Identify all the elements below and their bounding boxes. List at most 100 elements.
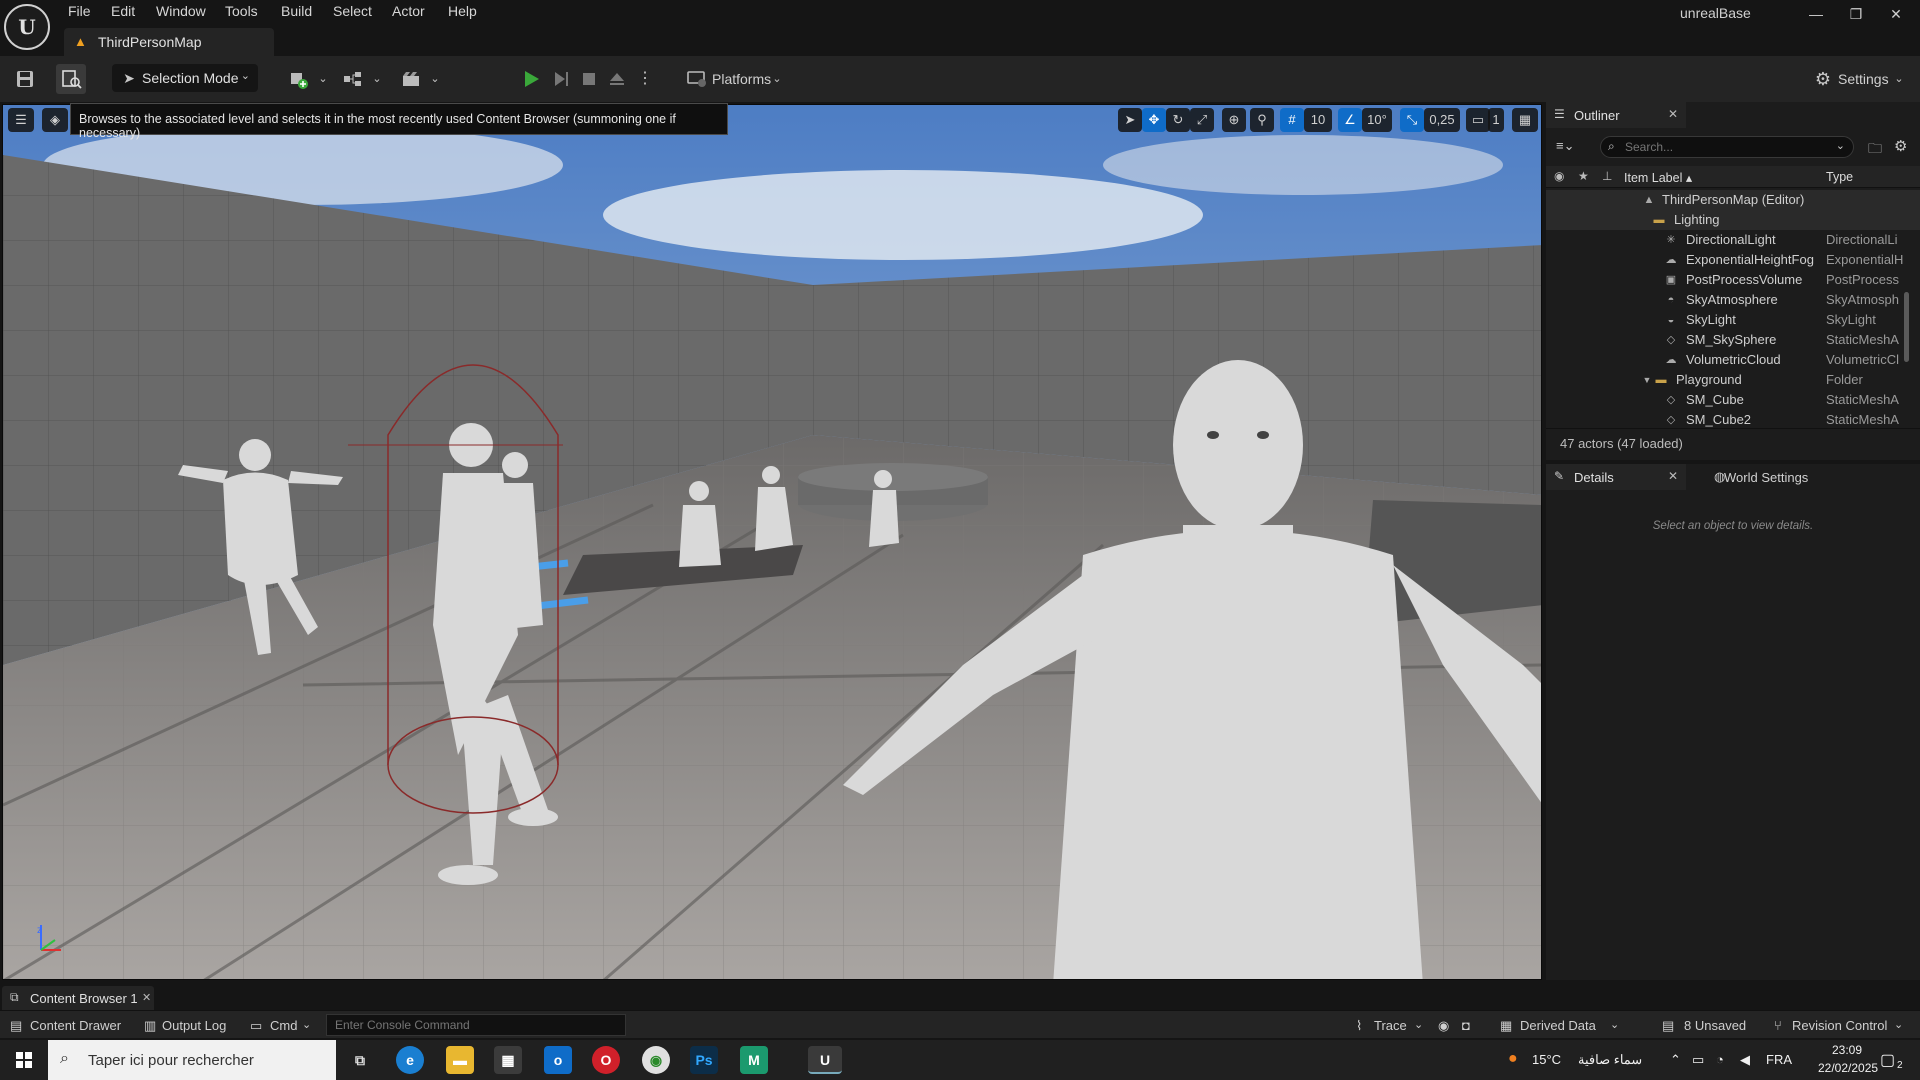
eject-icon[interactable] — [606, 68, 628, 90]
tree-row[interactable]: ▣ PostProcessVolume PostProcess — [1546, 270, 1920, 290]
restore-icon[interactable]: ❐ — [1836, 6, 1876, 28]
tree-row[interactable]: ◓ SkyAtmosphere SkyAtmosph — [1546, 290, 1920, 310]
tab-content-browser[interactable]: ⧉ Content Browser 1 ✕ — [2, 986, 154, 1010]
level-tab[interactable]: ▲ ThirdPersonMap — [64, 28, 274, 56]
column-type[interactable]: Type — [1826, 170, 1853, 184]
menu-actor[interactable]: Actor — [392, 3, 425, 23]
search-input[interactable] — [1625, 139, 1825, 155]
outliner-scrollbar[interactable] — [1904, 292, 1909, 362]
star-icon[interactable]: ★ — [1578, 169, 1589, 183]
console-input[interactable] — [326, 1014, 626, 1036]
world-space-icon[interactable]: ⊕ — [1222, 108, 1246, 132]
clock-time[interactable]: 23:09 — [1832, 1043, 1862, 1057]
platforms-icon[interactable] — [686, 68, 708, 90]
task-view-icon[interactable]: ⧉ — [346, 1046, 374, 1074]
file-explorer-icon[interactable]: ▬ — [446, 1046, 474, 1074]
chevron-down-icon[interactable]: ⌄ — [302, 1018, 311, 1031]
chevron-down-icon[interactable]: ⌄ — [1414, 1018, 1423, 1031]
battery-icon[interactable]: ▭ — [1692, 1052, 1704, 1068]
chevron-down-icon[interactable]: ⌄ — [366, 68, 388, 90]
viewport-menu-icon[interactable]: ☰ — [8, 108, 34, 132]
scale-snap-value[interactable]: 0,25 — [1424, 108, 1460, 132]
select-tool-icon[interactable]: ➤ — [1118, 108, 1142, 132]
network-icon[interactable]: ◔ — [1716, 1052, 1724, 1067]
tree-row[interactable]: ▲ ThirdPersonMap (Editor) — [1546, 190, 1920, 210]
opera-icon[interactable]: O — [592, 1046, 620, 1074]
rotation-snap-value[interactable]: 10° — [1362, 108, 1392, 132]
content-drawer-button[interactable]: Content Drawer — [30, 1018, 121, 1033]
perspective-icon[interactable]: ◈ — [42, 108, 68, 132]
stop-icon[interactable] — [578, 68, 600, 90]
step-forward-icon[interactable] — [550, 68, 572, 90]
settings-button[interactable]: Settings — [1838, 71, 1889, 87]
camera-speed-icon[interactable]: ▭ — [1466, 108, 1490, 132]
tree-row[interactable]: ◇ SM_Cube2 StaticMeshA — [1546, 410, 1920, 430]
grid-snap-icon[interactable]: # — [1280, 108, 1304, 132]
tab-outliner[interactable]: ☰ Outliner ✕ — [1546, 102, 1686, 128]
chevron-down-icon[interactable]: ⌄ — [1610, 1018, 1619, 1031]
weather-temp[interactable]: 15°C — [1532, 1052, 1561, 1067]
cinematics-icon[interactable] — [400, 68, 422, 90]
record-icon[interactable]: ◉ — [1438, 1018, 1449, 1034]
windows-start-icon[interactable] — [0, 1040, 48, 1080]
tree-row[interactable]: ▬ Lighting — [1546, 210, 1920, 230]
save-icon[interactable] — [14, 68, 36, 90]
menu-file[interactable]: File — [68, 3, 91, 23]
selection-mode-dropdown[interactable]: ➤ Selection Mode ⌄ — [112, 64, 258, 92]
m-app-icon[interactable]: M — [740, 1046, 768, 1074]
chrome-icon[interactable]: ◉ — [642, 1046, 670, 1074]
photoshop-icon[interactable]: Ps — [690, 1046, 718, 1074]
menu-build[interactable]: Build — [281, 3, 312, 23]
chevron-down-icon[interactable]: ⌄ — [1894, 1018, 1903, 1031]
close-icon[interactable]: ✕ — [1668, 469, 1678, 483]
blueprint-icon[interactable] — [342, 68, 364, 90]
tree-row[interactable]: ▼ ▬ Playground Folder — [1546, 370, 1920, 390]
tree-row[interactable]: ☁ VolumetricCloud VolumetricCl — [1546, 350, 1920, 370]
clock-date[interactable]: 22/02/2025 — [1818, 1061, 1878, 1075]
camera-icon[interactable]: ◘ — [1462, 1018, 1470, 1033]
tree-row[interactable]: ◇ SM_Cube StaticMeshA — [1546, 390, 1920, 410]
tree-row[interactable]: ◇ SM_SkySphere StaticMeshA — [1546, 330, 1920, 350]
outliner-search[interactable]: ⌕ ⌄ — [1600, 136, 1854, 158]
more-options-icon[interactable]: ⋮ — [634, 68, 656, 90]
weather-text[interactable]: سماء صافية — [1578, 1052, 1642, 1068]
menu-window[interactable]: Window — [156, 3, 206, 23]
chevron-down-icon[interactable]: ▼ — [1640, 373, 1654, 387]
add-folder-icon[interactable]: 🗀 — [1868, 138, 1882, 162]
platforms-button[interactable]: Platforms — [712, 71, 771, 87]
gear-icon[interactable]: ⚙ — [1812, 68, 1834, 90]
tab-world-settings[interactable]: World Settings — [1724, 470, 1808, 485]
chevron-down-icon[interactable]: ⌄ — [312, 68, 334, 90]
filter-icon[interactable]: ≡⌄ — [1556, 138, 1574, 154]
translate-tool-icon[interactable]: ✥ — [1142, 108, 1166, 132]
chevron-down-icon[interactable]: ⌄ — [1836, 139, 1845, 152]
tab-details[interactable]: ✎ Details ✕ — [1546, 464, 1686, 490]
play-icon[interactable] — [520, 68, 542, 90]
chevron-up-icon[interactable]: ⌃ — [1670, 1052, 1681, 1068]
level-viewport[interactable]: z — [2, 104, 1542, 980]
scale-tool-icon[interactable]: ⤢ — [1190, 108, 1214, 132]
rotation-snap-icon[interactable]: ∠ — [1338, 108, 1362, 132]
store-icon[interactable]: ▦ — [494, 1046, 522, 1074]
revision-control-dropdown[interactable]: Revision Control — [1792, 1018, 1887, 1033]
chevron-down-icon[interactable]: ⌄ — [1888, 68, 1910, 90]
visibility-icon[interactable]: ◉ — [1554, 169, 1564, 183]
browse-to-level-icon[interactable] — [56, 64, 86, 94]
tree-row[interactable]: ◒ SkyLight SkyLight — [1546, 310, 1920, 330]
volume-icon[interactable]: ◀ — [1740, 1052, 1750, 1068]
outlook-icon[interactable]: o — [544, 1046, 572, 1074]
output-log-button[interactable]: Output Log — [162, 1018, 226, 1033]
notification-icon[interactable]: ▢ — [1880, 1050, 1895, 1070]
cmd-dropdown[interactable]: Cmd — [270, 1018, 297, 1033]
close-icon[interactable]: ✕ — [1668, 107, 1678, 121]
rotate-tool-icon[interactable]: ↻ — [1166, 108, 1190, 132]
taskbar-search[interactable]: ⌕ Taper ici pour rechercher — [48, 1040, 336, 1080]
derived-data-dropdown[interactable]: Derived Data — [1520, 1018, 1596, 1033]
close-icon[interactable]: ✕ — [1876, 6, 1916, 28]
chevron-down-icon[interactable]: ⌄ — [424, 68, 446, 90]
add-actor-icon[interactable] — [288, 68, 310, 90]
trace-dropdown[interactable]: Trace — [1374, 1018, 1407, 1033]
chevron-down-icon[interactable]: ⌄ — [766, 68, 788, 90]
menu-help[interactable]: Help — [448, 3, 477, 23]
unreal-editor-taskbar-icon[interactable]: U — [808, 1046, 842, 1074]
